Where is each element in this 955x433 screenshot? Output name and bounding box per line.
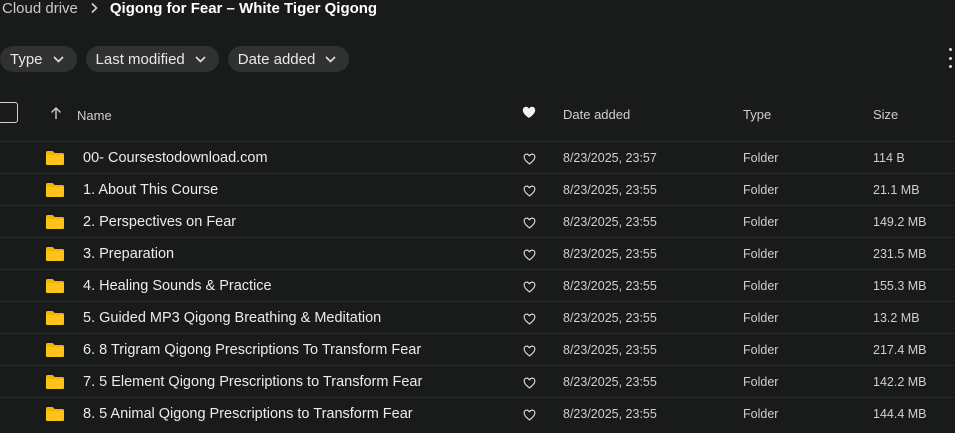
table-row[interactable]: 00- Coursestodownload.com 8/23/2025, 23:5…: [0, 141, 955, 173]
file-list: 00- Coursestodownload.com 8/23/2025, 23:5…: [0, 141, 955, 429]
heart-outline-icon[interactable]: [523, 184, 536, 202]
date-added-cell: 8/23/2025, 23:55: [563, 279, 657, 293]
date-added-cell: 8/23/2025, 23:55: [563, 407, 657, 421]
heart-outline-icon[interactable]: [523, 376, 536, 394]
select-all-checkbox[interactable]: [0, 102, 18, 123]
breadcrumb-current-folder: Qigong for Fear – White Tiger Qigong: [109, 0, 378, 17]
type-cell: Folder: [743, 247, 779, 261]
file-name[interactable]: 6. 8 Trigram Qigong Prescriptions To Tra…: [83, 342, 421, 358]
size-cell: 231.5 MB: [873, 247, 927, 261]
cloud-drive-window: Cloud drive Qigong for Fear – White Tige…: [0, 0, 955, 433]
folder-icon: [45, 342, 65, 363]
date-added-cell: 8/23/2025, 23:55: [563, 375, 657, 389]
type-filter-button[interactable]: Type: [0, 46, 77, 72]
size-cell: 217.4 MB: [873, 343, 927, 357]
size-cell: 114 B: [873, 151, 905, 165]
filter-bar: Type Last modified Date added: [0, 46, 350, 72]
breadcrumb-root-link[interactable]: Cloud drive: [2, 0, 78, 17]
folder-icon: [45, 246, 65, 267]
folder-icon: [45, 406, 65, 427]
file-name[interactable]: 3. Preparation: [83, 246, 174, 262]
type-cell: Folder: [743, 215, 779, 229]
type-cell: Folder: [743, 343, 779, 357]
table-row[interactable]: 8. 5 Animal Qigong Prescriptions to Tran…: [0, 397, 955, 429]
file-name[interactable]: 4. Healing Sounds & Practice: [83, 278, 272, 294]
breadcrumb: Cloud drive Qigong for Fear – White Tige…: [2, 0, 377, 18]
table-row[interactable]: 6. 8 Trigram Qigong Prescriptions To Tra…: [0, 333, 955, 365]
date-added-cell: 8/23/2025, 23:57: [563, 151, 657, 165]
file-name[interactable]: 1. About This Course: [83, 182, 218, 198]
heart-outline-icon[interactable]: [523, 312, 536, 330]
file-name[interactable]: 5. Guided MP3 Qigong Breathing & Meditat…: [83, 310, 381, 326]
file-name[interactable]: 7. 5 Element Qigong Prescriptions to Tra…: [83, 374, 422, 390]
table-header: Name Date added Type Size: [0, 100, 955, 130]
type-cell: Folder: [743, 151, 779, 165]
size-cell: 13.2 MB: [873, 311, 920, 325]
date-added-cell: 8/23/2025, 23:55: [563, 343, 657, 357]
heart-outline-icon[interactable]: [523, 216, 536, 234]
date-added-cell: 8/23/2025, 23:55: [563, 215, 657, 229]
name-column-header[interactable]: Name: [77, 108, 112, 123]
size-cell: 21.1 MB: [873, 183, 920, 197]
folder-icon: [45, 278, 65, 299]
heart-outline-icon[interactable]: [523, 408, 536, 426]
table-row[interactable]: 3. Preparation 8/23/2025, 23:55 Folder 231.…: [0, 237, 955, 269]
type-cell: Folder: [743, 407, 779, 421]
size-column-header[interactable]: Size: [873, 107, 898, 122]
date-added-filter-label: Date added: [237, 50, 316, 68]
type-cell: Folder: [743, 311, 779, 325]
folder-icon: [45, 150, 65, 171]
folder-icon: [45, 214, 65, 235]
date-added-cell: 8/23/2025, 23:55: [563, 183, 657, 197]
type-column-header[interactable]: Type: [743, 107, 771, 122]
chevron-down-icon: [325, 55, 336, 63]
chevron-down-icon: [52, 55, 64, 63]
more-vertical-icon[interactable]: [947, 48, 953, 68]
table-row[interactable]: 5. Guided MP3 Qigong Breathing & Meditat…: [0, 301, 955, 333]
arrow-up-icon[interactable]: [50, 106, 62, 120]
date-added-cell: 8/23/2025, 23:55: [563, 247, 657, 261]
chevron-down-icon: [195, 55, 206, 63]
table-row[interactable]: 4. Healing Sounds & Practice 8/23/2025, 2…: [0, 269, 955, 301]
folder-icon: [45, 374, 65, 395]
heart-outline-icon[interactable]: [523, 152, 536, 170]
size-cell: 155.3 MB: [873, 279, 927, 293]
date-added-cell: 8/23/2025, 23:55: [563, 311, 657, 325]
file-name[interactable]: 8. 5 Animal Qigong Prescriptions to Tran…: [83, 406, 413, 422]
folder-icon: [45, 310, 65, 331]
size-cell: 142.2 MB: [873, 375, 927, 389]
size-cell: 149.2 MB: [873, 215, 927, 229]
type-cell: Folder: [743, 183, 779, 197]
folder-icon: [45, 182, 65, 203]
chevron-right-icon: [90, 2, 98, 14]
heart-outline-icon[interactable]: [523, 248, 536, 266]
type-cell: Folder: [743, 279, 779, 293]
table-row[interactable]: 2. Perspectives on Fear 8/23/2025, 23:55 F…: [0, 205, 955, 237]
type-cell: Folder: [743, 375, 779, 389]
heart-outline-icon[interactable]: [523, 344, 536, 362]
last-modified-filter-label: Last modified: [95, 50, 185, 68]
date-added-filter-button[interactable]: Date added: [227, 46, 350, 72]
last-modified-filter-button[interactable]: Last modified: [85, 46, 219, 72]
file-name[interactable]: 2. Perspectives on Fear: [83, 214, 236, 230]
size-cell: 144.4 MB: [873, 407, 927, 421]
table-row[interactable]: 1. About This Course 8/23/2025, 23:55 Fold…: [0, 173, 955, 205]
table-row[interactable]: 7. 5 Element Qigong Prescriptions to Tra…: [0, 365, 955, 397]
heart-filled-icon[interactable]: [522, 106, 536, 119]
heart-outline-icon[interactable]: [523, 280, 536, 298]
date-added-column-header[interactable]: Date added: [563, 107, 630, 122]
type-filter-label: Type: [10, 50, 43, 68]
file-name[interactable]: 00- Coursestodownload.com: [83, 150, 268, 166]
